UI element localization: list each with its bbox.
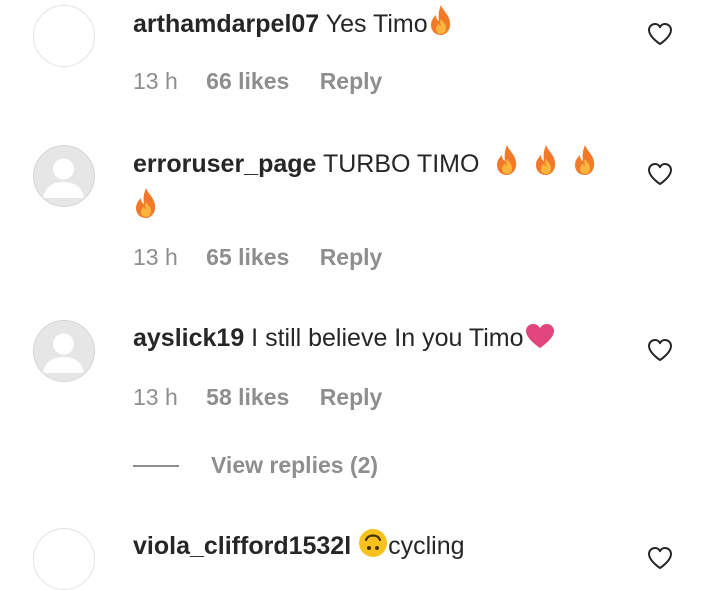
like-heart-icon[interactable] <box>647 22 673 46</box>
comment-time: 13 h <box>133 244 178 270</box>
comment-username[interactable]: erroruser_page <box>133 150 316 178</box>
fire-emoji-icon <box>572 144 598 187</box>
comment-body: I still believe In you Timo <box>251 324 524 352</box>
comment-meta: 13 h 65 likes Reply <box>133 244 382 271</box>
comment-meta: 13 h 58 likes Reply <box>133 384 382 411</box>
avatar[interactable] <box>33 528 95 590</box>
comment-text-block: ayslick19 I still believe In you Timo <box>133 320 613 360</box>
fire-emoji-icon <box>133 187 159 230</box>
like-heart-icon[interactable] <box>647 546 673 570</box>
comment-username[interactable]: viola_clifford1532l <box>133 532 351 560</box>
likes-count[interactable]: 58 likes <box>206 384 289 411</box>
avatar[interactable] <box>33 145 95 207</box>
comment-username[interactable]: arthamdarpel07 <box>133 10 319 38</box>
comment-text-block: erroruser_page TURBO TIMO <box>133 144 613 230</box>
likes-count[interactable]: 66 likes <box>206 68 289 95</box>
comment-text-block: arthamdarpel07 Yes Timo <box>133 4 613 46</box>
reply-button[interactable]: Reply <box>320 68 383 95</box>
pink-heart-emoji-icon <box>524 322 556 360</box>
view-replies[interactable]: View replies (2) <box>133 452 378 480</box>
fire-emoji-icon <box>494 144 520 187</box>
fire-emoji-icon <box>533 144 559 187</box>
fire-emoji-icon <box>428 4 454 46</box>
comment-body: TURBO TIMO <box>322 150 480 178</box>
comment-body: cycling <box>388 532 465 560</box>
comment-body: Yes Timo <box>325 10 428 38</box>
comment-meta: 13 h 66 likes Reply <box>133 68 382 95</box>
like-heart-icon[interactable] <box>647 162 673 186</box>
comment-username[interactable]: ayslick19 <box>133 324 244 352</box>
avatar[interactable] <box>33 5 95 67</box>
avatar[interactable] <box>33 320 95 382</box>
comment-time: 13 h <box>133 384 178 410</box>
likes-count[interactable]: 65 likes <box>206 244 289 271</box>
reply-button[interactable]: Reply <box>320 384 383 411</box>
like-heart-icon[interactable] <box>647 338 673 362</box>
reply-button[interactable]: Reply <box>320 244 383 271</box>
comment-text-block: viola_clifford1532l cycling <box>133 528 613 568</box>
view-replies-button[interactable]: View replies (2) <box>211 452 378 478</box>
comment-time: 13 h <box>133 68 178 94</box>
upside-down-face-emoji-icon <box>358 528 388 568</box>
view-replies-divider <box>133 464 179 467</box>
